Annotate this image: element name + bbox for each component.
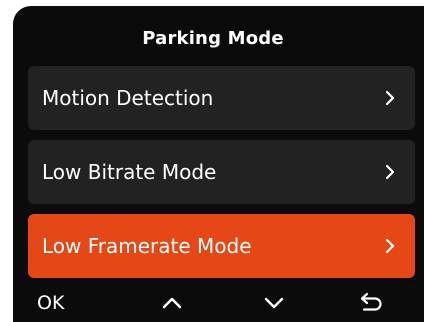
chevron-right-icon — [385, 164, 395, 180]
ok-button[interactable]: OK — [37, 292, 64, 314]
menu-item-label: Motion Detection — [42, 86, 214, 110]
chevron-up-icon[interactable] — [159, 292, 185, 314]
button-hint-bar: OK — [13, 286, 424, 322]
page-title: Parking Mode — [142, 28, 284, 49]
menu-item-low-bitrate-mode[interactable]: Low Bitrate Mode — [28, 140, 415, 204]
menu-item-low-framerate-mode[interactable]: Low Framerate Mode — [28, 214, 415, 278]
menu-item-label: Low Framerate Mode — [42, 234, 252, 258]
chevron-down-icon[interactable] — [261, 292, 287, 314]
menu-item-motion-detection[interactable]: Motion Detection — [28, 66, 415, 130]
return-arrow-icon[interactable] — [359, 292, 385, 314]
chevron-right-icon — [385, 90, 395, 106]
menu-item-label: Low Bitrate Mode — [42, 160, 217, 184]
device-frame: Parking Mode Motion Detection Low Bitrat… — [0, 0, 424, 322]
dashcam-screen: Parking Mode Motion Detection Low Bitrat… — [13, 6, 424, 322]
chevron-right-icon — [385, 238, 395, 254]
